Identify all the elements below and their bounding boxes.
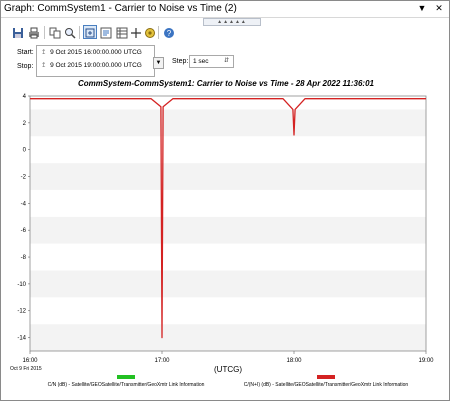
help-icon[interactable]: ? [162,25,176,39]
y-tick-label: -14 [17,336,26,342]
title-bar: Graph: CommSystem1 - Carrier to Noise vs… [1,1,449,18]
x-tick-label: 18:00 [286,358,302,364]
step-label: Step: [172,58,189,65]
legend-swatch [317,375,335,379]
legend-swatch [117,375,135,379]
grid-band [30,297,426,325]
start-label: Start: [17,49,34,56]
y-tick-label: -6 [21,228,27,234]
x-axis-ticks: 16:00 17:00 18:00 19:00 [22,351,434,364]
chart-legend: C/N (dB) - Satellite/GEOSatellite/Transm… [48,375,409,388]
window-title: Graph: CommSystem1 - Carrier to Noise vs… [4,3,237,14]
menu-arrow-button[interactable]: ▼ [414,2,430,15]
start-time-field[interactable]: ↥ 9 Oct 2015 16:00:00.000 UTCG [41,47,151,58]
grid-band [30,163,426,190]
grid-band [30,216,426,244]
grid-band [30,136,426,164]
stop-time-field[interactable]: ↥ 9 Oct 2015 19:00:00.000 UTCG [41,60,151,71]
x-start-date-label: Oct 9 Fri 2015 [10,366,42,372]
stop-label: Stop: [17,63,34,70]
grid-band [30,109,426,137]
x-axis-label: (UTCG) [214,365,242,374]
data-table-icon[interactable] [115,25,129,39]
y-tick-label: 4 [23,94,27,100]
chart-grid-bands [30,96,426,351]
x-tick-label: 17:00 [154,358,170,364]
graph-toolbar: ? [1,23,449,43]
y-tick-label: 2 [23,121,27,127]
y-tick-label: -8 [21,255,27,261]
chart-area: CommSystem-CommSystem1: Carrier to Noise… [10,79,434,388]
svg-text:?: ? [167,29,172,38]
y-tick-label: -12 [17,309,26,315]
x-tick-label: 19:00 [418,358,434,364]
legend-label: C/(N+I) (dB) - Satellite/GEOSatellite/Tr… [244,382,409,388]
y-axis-ticks: 4 2 0 -2 -4 -6 -8 -10 -12 -14 [17,94,30,342]
zoom-box-icon[interactable] [83,25,97,39]
options-icon[interactable] [143,25,157,39]
legend-label: C/N (dB) - Satellite/GEOSatellite/Transm… [48,382,205,388]
close-button[interactable]: ✕ [431,2,447,15]
grid-band [30,96,426,110]
save-icon[interactable] [11,25,25,39]
y-tick-label: -4 [21,201,27,207]
graph-window: Graph: CommSystem1 - Carrier to Noise vs… [0,0,450,401]
y-tick-label: -10 [17,282,26,288]
copy-icon[interactable] [48,25,62,39]
crosshair-icon[interactable] [129,25,143,39]
grid-band [30,243,426,271]
step-stepper-icon[interactable]: ⇵ [222,56,231,67]
time-dropdown-button[interactable]: ▼ [153,57,164,69]
properties-icon[interactable] [99,25,113,39]
chart-title: CommSystem-CommSystem1: Carrier to Noise… [78,79,375,88]
y-tick-label: 0 [23,148,27,154]
y-tick-label: -2 [21,175,27,181]
x-tick-label: 16:00 [22,358,38,364]
zoom-icon[interactable] [63,25,77,39]
grid-band [30,324,426,351]
print-icon[interactable] [27,25,41,39]
grid-band [30,270,426,298]
grid-band [30,189,426,217]
